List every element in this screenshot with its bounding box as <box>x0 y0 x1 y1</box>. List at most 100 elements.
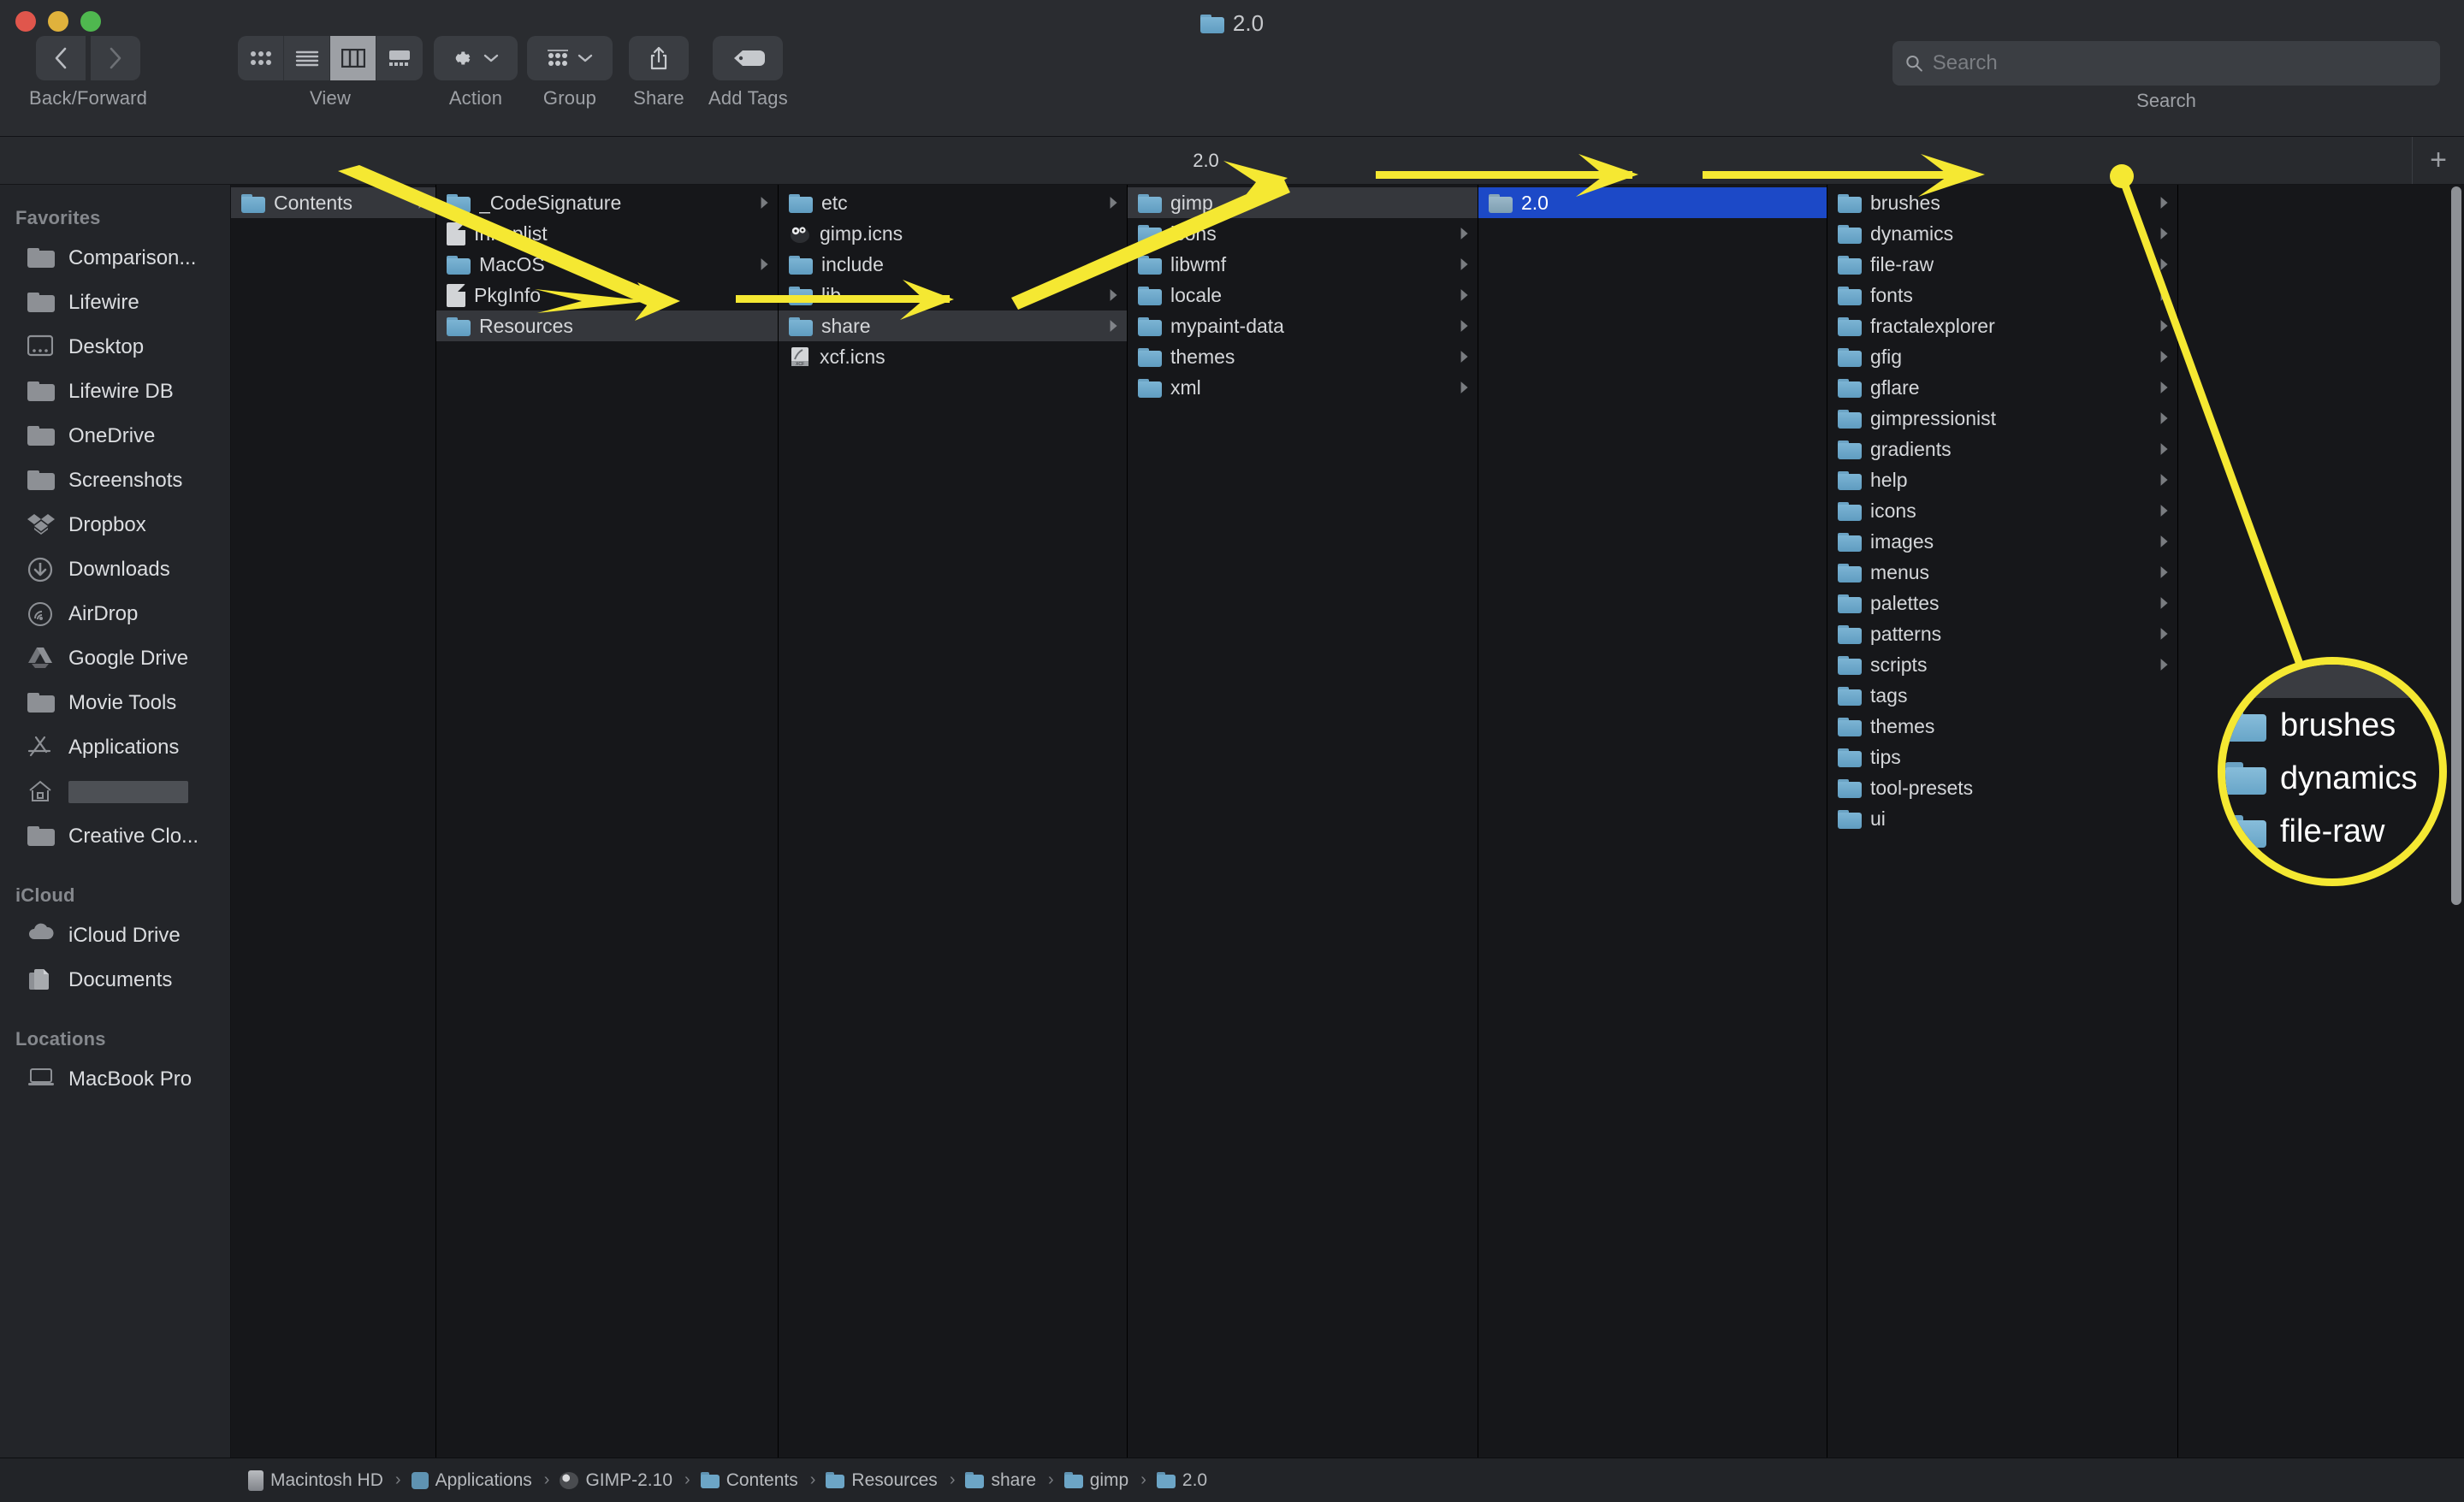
breadcrumb-gimp-2.10[interactable]: GIMP-2.10 › <box>560 1470 695 1491</box>
file-row-libwmf[interactable]: libwmf <box>1128 249 1478 280</box>
gallery-view-button[interactable] <box>376 36 423 80</box>
chevron-down-icon <box>483 54 499 62</box>
file-row-include[interactable]: include <box>779 249 1127 280</box>
sidebar-item-home-redacted[interactable] <box>0 770 230 814</box>
forward-button[interactable] <box>91 36 141 80</box>
sidebar-item-documents[interactable]: Documents <box>0 958 230 1002</box>
share-button[interactable] <box>629 36 689 80</box>
folder-icon <box>1138 286 1162 305</box>
sidebar-item-applications[interactable]: Applications <box>0 725 230 770</box>
file-row-file-raw[interactable]: file-raw <box>1827 249 2177 280</box>
search-input[interactable] <box>1932 51 2428 75</box>
file-row-menus[interactable]: menus <box>1827 557 2177 588</box>
action-button[interactable] <box>434 36 518 80</box>
file-row-icons-2[interactable]: icons <box>1827 495 2177 526</box>
file-row-codesignature[interactable]: _CodeSignature <box>436 187 778 218</box>
file-row-share[interactable]: share <box>779 310 1127 341</box>
file-row-gradients[interactable]: gradients <box>1827 434 2177 464</box>
file-row-help[interactable]: help <box>1827 464 2177 495</box>
file-row-resources[interactable]: Resources <box>436 310 778 341</box>
file-row-tags[interactable]: tags <box>1827 680 2177 711</box>
file-row-patterns[interactable]: patterns <box>1827 618 2177 649</box>
new-tab-button[interactable]: + <box>2413 137 2464 184</box>
scrollbar-thumb[interactable] <box>2451 186 2461 905</box>
file-row-gfig[interactable]: gfig <box>1827 341 2177 372</box>
sidebar-item-dropbox[interactable]: Dropbox <box>0 503 230 547</box>
file-row-fractalexplorer[interactable]: fractalexplorer <box>1827 310 2177 341</box>
folder-icon <box>1838 255 1862 275</box>
sidebar-item-google-drive[interactable]: Google Drive <box>0 636 230 681</box>
file-row-tips[interactable]: tips <box>1827 742 2177 772</box>
file-row-brushes[interactable]: brushes <box>1827 187 2177 218</box>
sidebar-item-comparison[interactable]: Comparison... <box>0 236 230 281</box>
window-title-text: 2.0 <box>1232 10 1265 36</box>
file-row-macos[interactable]: MacOS <box>436 249 778 280</box>
file-row-gimp-icns[interactable]: gimp.icns <box>779 218 1127 249</box>
sidebar-item-creative-cloud[interactable]: Creative Clo... <box>0 814 230 859</box>
file-row-ui[interactable]: ui <box>1827 803 2177 834</box>
tab-2.0[interactable]: 2.0 <box>0 137 2413 184</box>
breadcrumb-applications[interactable]: Applications › <box>411 1470 555 1491</box>
file-row-themes[interactable]: themes <box>1128 341 1478 372</box>
chevron-left-icon <box>55 47 67 69</box>
file-row-images[interactable]: images <box>1827 526 2177 557</box>
file-row-info-plist[interactable]: Info.plist <box>436 218 778 249</box>
sidebar-item-desktop[interactable]: Desktop <box>0 325 230 370</box>
breadcrumb-2.0[interactable]: 2.0 <box>1156 1470 1207 1491</box>
chevron-right-icon <box>1110 289 1117 301</box>
back-button[interactable] <box>36 36 86 80</box>
file-row-dynamics[interactable]: dynamics <box>1827 218 2177 249</box>
column-view-button[interactable] <box>330 36 376 80</box>
vertical-scrollbar[interactable] <box>2450 185 2462 1458</box>
folder-icon <box>1838 809 1862 829</box>
file-row-mypaint-data[interactable]: mypaint-data <box>1128 310 1478 341</box>
gear-icon <box>455 51 471 65</box>
magnified-row-file-raw: file-raw <box>2225 805 2439 858</box>
sidebar-item-lifewire-db[interactable]: Lifewire DB <box>0 370 230 414</box>
file-row-xml[interactable]: xml <box>1128 372 1478 403</box>
magnified-callout: brushes dynamics file-raw <box>2218 657 2447 886</box>
file-row-fonts[interactable]: fonts <box>1827 280 2177 310</box>
file-row-2.0[interactable]: 2.0 <box>1478 187 1827 218</box>
breadcrumb-macintosh-hd[interactable]: Macintosh HD › <box>248 1469 406 1491</box>
file-row-gimp[interactable]: gimp <box>1128 187 1478 218</box>
file-row-contents[interactable]: Contents <box>231 187 435 218</box>
file-row-icons[interactable]: icons <box>1128 218 1478 249</box>
sidebar-item-airdrop[interactable]: AirDrop <box>0 592 230 636</box>
group-button[interactable] <box>527 36 613 80</box>
file-row-locale[interactable]: locale <box>1128 280 1478 310</box>
file-row-tool-presets[interactable]: tool-presets <box>1827 772 2177 803</box>
sidebar-item-macbook-pro[interactable]: MacBook Pro <box>0 1057 230 1102</box>
breadcrumb-gimp[interactable]: gimp › <box>1063 1470 1152 1491</box>
file-name: gfig <box>1870 345 1903 368</box>
add-tags-button[interactable] <box>713 36 784 80</box>
search-field[interactable] <box>1892 41 2440 86</box>
file-row-etc[interactable]: etc <box>779 187 1127 218</box>
folder-icon <box>1838 193 1862 213</box>
breadcrumb-share[interactable]: share › <box>965 1470 1058 1491</box>
sidebar-item-icloud-drive[interactable]: iCloud Drive <box>0 914 230 958</box>
sidebar-item-movie-tools[interactable]: Movie Tools <box>0 681 230 725</box>
folder-icon <box>1138 255 1162 275</box>
applications-icon <box>411 1471 429 1489</box>
magnified-file-name: brushes <box>2280 707 2396 743</box>
sidebar-item-screenshots[interactable]: Screenshots <box>0 458 230 503</box>
sidebar-item-lifewire[interactable]: Lifewire <box>0 281 230 325</box>
file-row-themes-2[interactable]: themes <box>1827 711 2177 742</box>
file-row-palettes[interactable]: palettes <box>1827 588 2177 618</box>
breadcrumb-resources[interactable]: Resources › <box>826 1470 960 1491</box>
sidebar-item-downloads[interactable]: Downloads <box>0 547 230 592</box>
file-row-lib[interactable]: lib <box>779 280 1127 310</box>
folder-icon <box>2225 762 2266 795</box>
folder-icon <box>27 824 56 849</box>
file-row-xcf-icns[interactable]: XCF xcf.icns <box>779 341 1127 372</box>
list-view-button[interactable] <box>284 36 330 80</box>
sidebar-item-onedrive[interactable]: OneDrive <box>0 414 230 458</box>
file-row-gimpressionist[interactable]: gimpressionist <box>1827 403 2177 434</box>
breadcrumb-label: Macintosh HD <box>270 1469 383 1490</box>
file-row-gflare[interactable]: gflare <box>1827 372 2177 403</box>
file-row-pkginfo[interactable]: PkgInfo <box>436 280 778 310</box>
file-row-scripts[interactable]: scripts <box>1827 649 2177 680</box>
breadcrumb-contents[interactable]: Contents › <box>700 1470 821 1491</box>
icon-view-button[interactable] <box>238 36 284 80</box>
